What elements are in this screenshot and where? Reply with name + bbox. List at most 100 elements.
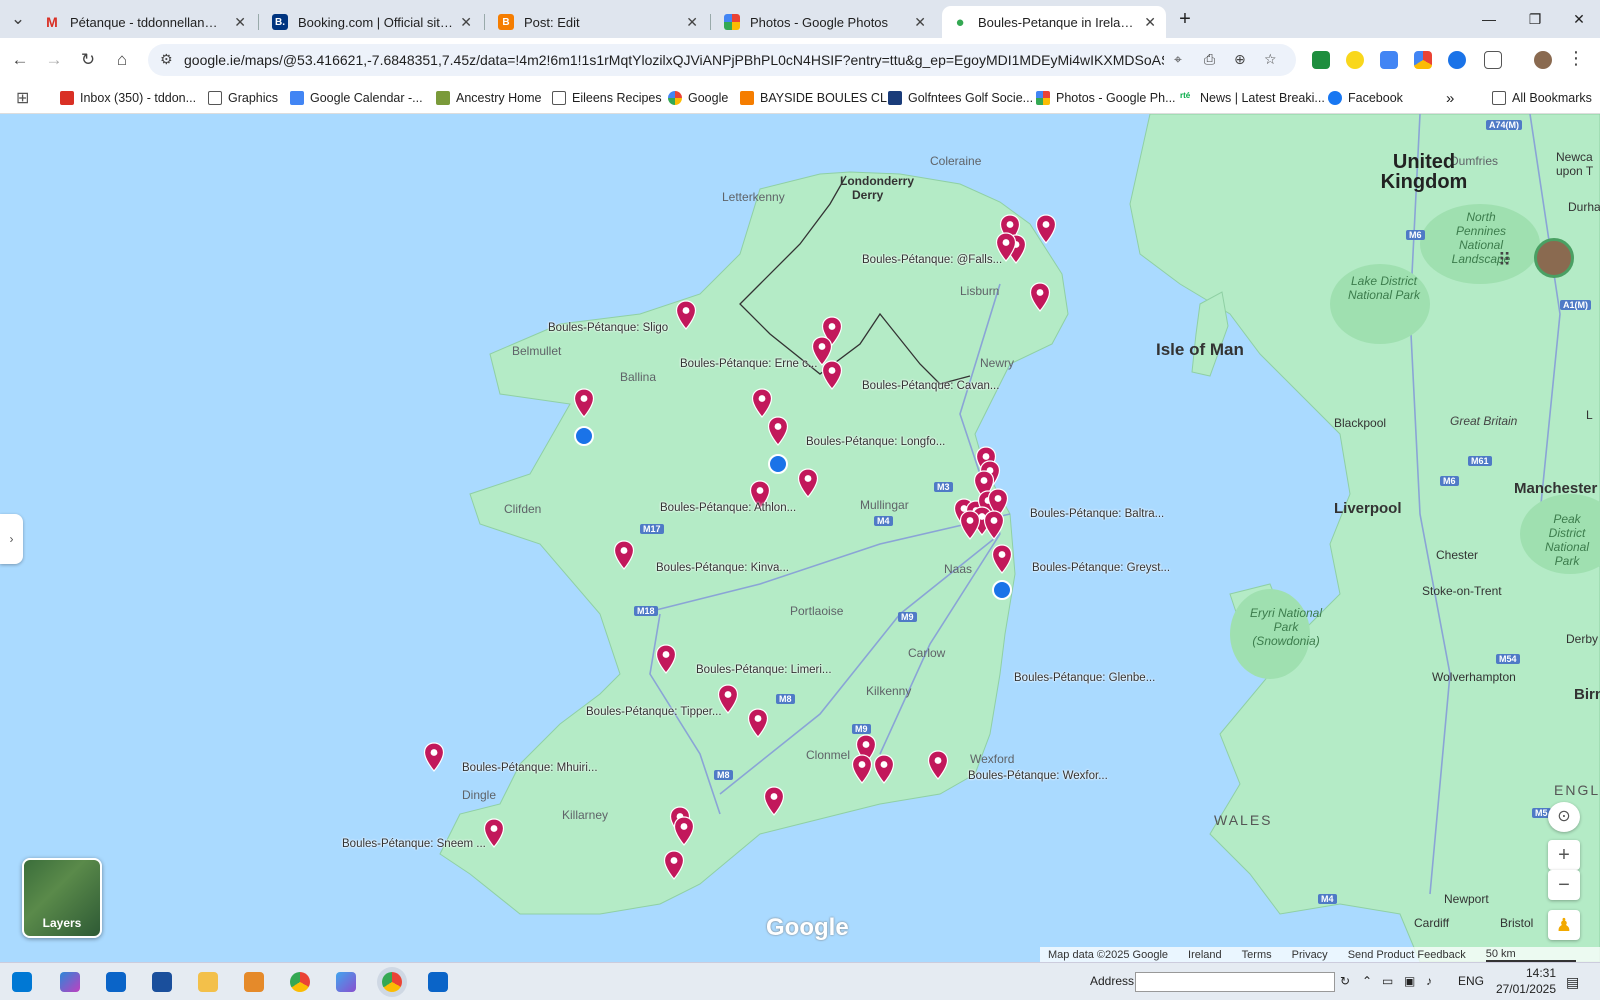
saved-place-icon[interactable] (992, 580, 1012, 600)
my-location-icon[interactable]: ⊙ (1548, 802, 1580, 832)
bookmark-recipes[interactable]: Eileens Recipes (552, 88, 662, 108)
extensions-puzzle-icon[interactable] (1484, 51, 1502, 69)
windows-start-icon[interactable] (12, 972, 32, 992)
bookmark-calendar[interactable]: Google Calendar -... (290, 88, 423, 108)
google-apps-grid-icon[interactable]: ⠿ (1498, 250, 1511, 271)
map-pin-icon[interactable] (927, 750, 949, 780)
map-pin-icon[interactable] (797, 468, 819, 498)
refresh-icon[interactable]: ↻ (1340, 974, 1350, 988)
close-icon[interactable]: ✕ (914, 14, 926, 31)
pin-label-longford[interactable]: Boules-Pétanque: Longfo... (806, 436, 945, 448)
kebab-menu-icon[interactable]: ⋮ (1564, 46, 1588, 70)
tab-booking[interactable]: B. Booking.com | Official site | The ✕ (262, 6, 482, 38)
translate-extension-icon[interactable] (1380, 51, 1398, 69)
map-pin-icon[interactable] (655, 644, 677, 674)
pin-label-wexford[interactable]: Boules-Pétanque: Wexfor... (968, 770, 1108, 782)
map-pin-icon[interactable] (673, 816, 695, 846)
region-link[interactable]: Ireland (1188, 949, 1222, 961)
map-canvas[interactable]: Coleraine Londonderry Derry Letterkenny … (0, 114, 1600, 962)
layers-button[interactable]: Layers (22, 858, 102, 938)
address-toolbar-input[interactable] (1135, 972, 1335, 992)
tab-blogger[interactable]: B Post: Edit ✕ (488, 6, 708, 38)
tray-chevron-icon[interactable]: ⌃ (1362, 974, 1372, 988)
network-icon[interactable]: ▣ (1404, 974, 1415, 988)
site-info-icon[interactable]: ⚙ (160, 51, 173, 68)
more-bookmarks-chevron-icon[interactable]: » (1446, 88, 1454, 108)
bookmark-news[interactable]: rté News | Latest Breaki... (1180, 88, 1325, 108)
saved-place-icon[interactable] (768, 454, 788, 474)
map-pin-icon[interactable] (821, 360, 843, 390)
chrome-icon[interactable] (290, 972, 310, 992)
pin-label-limerick[interactable]: Boules-Pétanque: Limeri... (696, 664, 832, 676)
shield-extension-icon[interactable] (1448, 51, 1466, 69)
feedback-link[interactable]: Send Product Feedback (1348, 949, 1466, 961)
map-pin-icon[interactable] (983, 510, 1005, 540)
url-text[interactable]: google.ie/maps/@53.416621,-7.6848351,7.4… (184, 52, 1164, 68)
back-arrow-icon[interactable]: ← (8, 48, 32, 72)
map-pin-icon[interactable] (851, 754, 873, 784)
map-pin-icon[interactable] (573, 388, 595, 418)
honey-extension-icon[interactable] (1346, 51, 1364, 69)
bookmark-inbox[interactable]: Inbox (350) - tddon... (60, 88, 196, 108)
file-explorer-icon[interactable] (198, 972, 218, 992)
forward-arrow-icon[interactable]: → (42, 48, 66, 72)
minimize-button[interactable]: — (1474, 8, 1504, 30)
install-icon[interactable]: ⎙ (1204, 51, 1215, 68)
account-avatar[interactable] (1534, 238, 1574, 278)
privacy-link[interactable]: Privacy (1292, 949, 1328, 961)
pin-label-glenbeigh[interactable]: Boules-Pétanque: Glenbe... (1014, 672, 1155, 684)
saved-place-icon[interactable] (574, 426, 594, 446)
volume-icon[interactable]: ♪ (1426, 974, 1432, 988)
notifications-icon[interactable]: ▤ (1566, 974, 1579, 991)
map-pin-icon[interactable] (767, 416, 789, 446)
close-window-button[interactable]: ✕ (1564, 8, 1594, 30)
pin-label-baltray[interactable]: Boules-Pétanque: Baltra... (1030, 508, 1164, 520)
tick-extension-icon[interactable] (1312, 51, 1330, 69)
terms-link[interactable]: Terms (1242, 949, 1272, 961)
bookmark-golfntees[interactable]: Golfntees Golf Socie... (888, 88, 1033, 108)
media-player-icon[interactable] (244, 972, 264, 992)
close-icon[interactable]: ✕ (460, 14, 472, 31)
pin-label-athlone[interactable]: Boules-Pétanque: Athlon... (660, 502, 796, 514)
clock-time[interactable]: 14:31 (1500, 966, 1556, 980)
close-icon[interactable]: ✕ (686, 14, 698, 31)
pin-label-tipperary[interactable]: Boules-Pétanque: Tipper... (586, 706, 722, 718)
reload-icon[interactable]: ↻ (76, 48, 100, 72)
colour-extension-icon[interactable] (1414, 51, 1432, 69)
map-pin-icon[interactable] (959, 510, 981, 540)
address-bar[interactable]: ⚙ google.ie/maps/@53.416621,-7.6848351,7… (148, 44, 1296, 76)
home-icon[interactable]: ⌂ (110, 48, 134, 72)
new-tab-button[interactable]: + (1170, 8, 1200, 30)
language-indicator[interactable]: ENG (1458, 974, 1484, 988)
pin-label-sligo[interactable]: Boules-Pétanque: Sligo (548, 322, 668, 334)
restore-button[interactable]: ❐ (1520, 8, 1550, 30)
all-bookmarks[interactable]: All Bookmarks (1492, 88, 1592, 108)
close-icon[interactable]: ✕ (1144, 14, 1156, 31)
pin-label-kinvara[interactable]: Boules-Pétanque: Kinva... (656, 562, 789, 574)
bookmark-graphics[interactable]: Graphics (208, 88, 278, 108)
map-pin-icon[interactable] (747, 708, 769, 738)
scale-bar[interactable]: 50 km (1485, 948, 1576, 962)
bookmark-ancestry[interactable]: Ancestry Home (436, 88, 541, 108)
zoom-in-button[interactable]: + (1548, 840, 1580, 870)
outlook-classic-icon[interactable] (428, 972, 448, 992)
zoom-icon[interactable]: ⊕ (1234, 51, 1246, 68)
map-pin-icon[interactable] (423, 742, 445, 772)
location-icon[interactable]: ⌖ (1174, 51, 1182, 68)
pin-label-greystones[interactable]: Boules-Pétanque: Greyst... (1032, 562, 1170, 574)
map-pin-icon[interactable] (613, 540, 635, 570)
copilot-icon[interactable] (60, 972, 80, 992)
bookmark-star-icon[interactable]: ☆ (1264, 51, 1277, 68)
map-pin-icon[interactable] (1029, 282, 1051, 312)
map-pin-icon[interactable] (663, 850, 685, 880)
tab-google-photos[interactable]: Photos - Google Photos ✕ (714, 6, 936, 38)
apps-grid-icon[interactable]: ⊞ (16, 88, 29, 108)
map-pin-icon[interactable] (763, 786, 785, 816)
map-pin-icon[interactable] (1035, 214, 1057, 244)
bookmark-facebook[interactable]: Facebook (1328, 88, 1403, 108)
tab-search-chevron-icon[interactable]: ⌄ (6, 7, 30, 31)
bookmark-photos[interactable]: Photos - Google Ph... (1036, 88, 1176, 108)
map-pin-icon[interactable] (675, 300, 697, 330)
tab-gmail[interactable]: M Pétanque - tddonnellan@gmail ✕ (34, 6, 256, 38)
meet-icon[interactable]: ▭ (1382, 974, 1393, 988)
